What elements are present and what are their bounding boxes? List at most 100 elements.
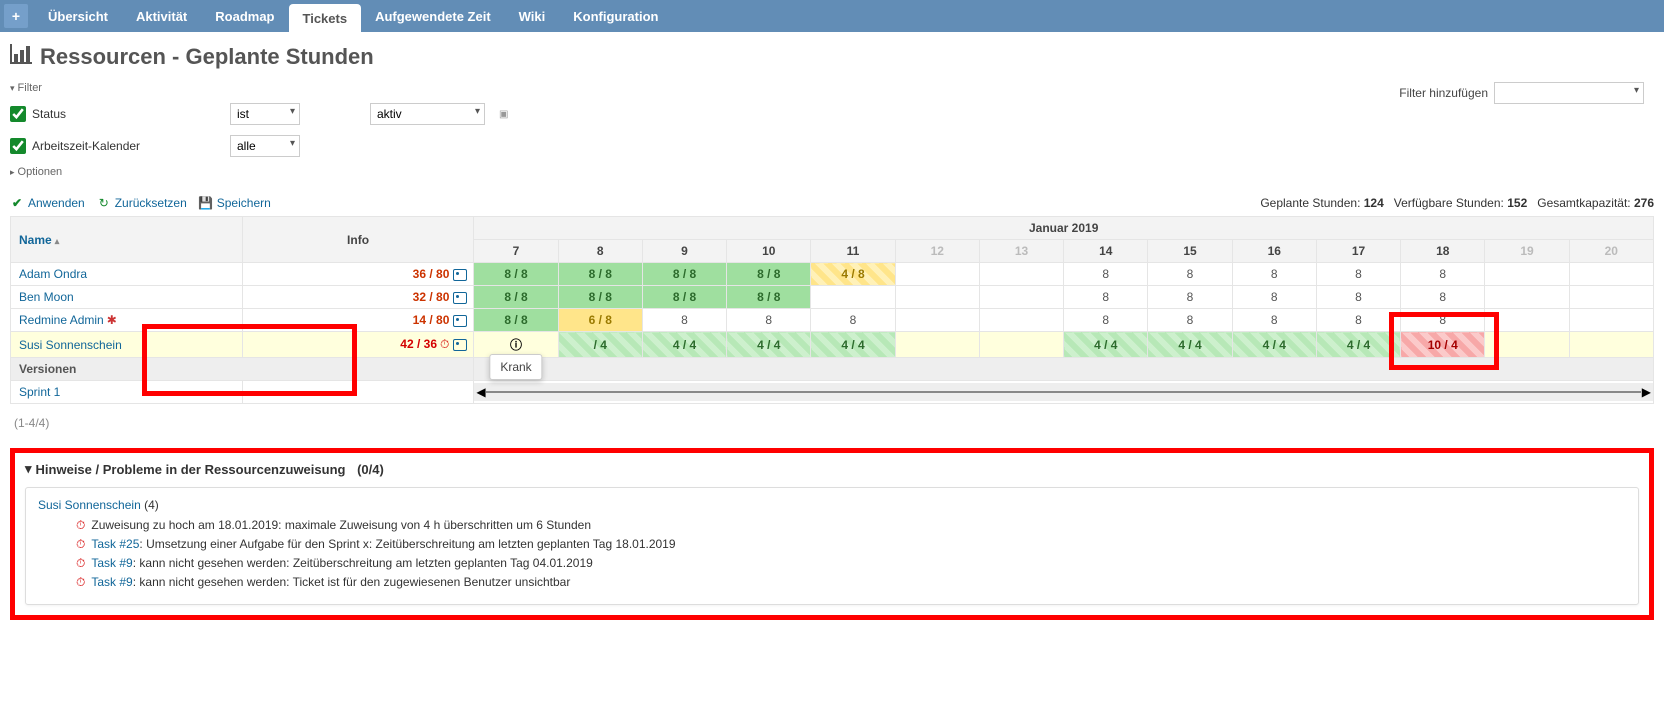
problem-user-link[interactable]: Susi Sonnenschein	[38, 498, 141, 512]
worktime-checkbox[interactable]	[10, 138, 26, 154]
tab-activity[interactable]: Aktivität	[122, 0, 201, 32]
day-cell[interactable]	[895, 263, 979, 286]
apply-link[interactable]: ✔Anwenden	[10, 196, 85, 210]
timeline-slider[interactable]: ◀▶	[474, 383, 1653, 401]
day-cell[interactable]	[1485, 263, 1569, 286]
status-checkbox[interactable]	[10, 106, 26, 122]
tab-wiki[interactable]: Wiki	[505, 0, 560, 32]
day-cell[interactable]: 8 / 8	[558, 286, 642, 309]
header-month: Januar 2019	[474, 217, 1654, 240]
day-cell[interactable]	[979, 309, 1063, 332]
worktime-operator-select[interactable]: alle	[230, 135, 300, 157]
day-cell[interactable]: 8 / 8	[727, 263, 811, 286]
day-cell[interactable]	[979, 263, 1063, 286]
day-cell[interactable]: 8	[1316, 309, 1400, 332]
problems-toggle[interactable]: ▾ Hinweise / Probleme in der Ressourcenz…	[25, 461, 1639, 477]
day-cell[interactable]: 8	[642, 309, 726, 332]
save-link[interactable]: 💾Speichern	[199, 196, 271, 210]
tab-overview[interactable]: Übersicht	[34, 0, 122, 32]
day-cell[interactable]: 8	[1401, 286, 1485, 309]
slider-right-icon[interactable]: ▶	[1642, 385, 1651, 399]
add-filter-select[interactable]	[1494, 82, 1644, 104]
day-cell[interactable]: 8	[1316, 263, 1400, 286]
day-cell[interactable]	[895, 332, 979, 358]
vcard-icon[interactable]	[453, 292, 467, 304]
user-link[interactable]: Redmine Admin	[19, 313, 104, 327]
day-cell[interactable]: 8	[1232, 263, 1316, 286]
toggle-multi-icon[interactable]: ▣	[499, 109, 508, 120]
status-value-select[interactable]: aktiv	[370, 103, 485, 125]
day-cell[interactable]: 8	[1064, 286, 1148, 309]
day-cell[interactable]	[1485, 286, 1569, 309]
day-cell[interactable]: 8 / 8	[642, 263, 726, 286]
day-cell[interactable]	[895, 286, 979, 309]
options-section-toggle[interactable]: ▸ Optionen	[10, 166, 1654, 178]
day-cell[interactable]: 4 / 4	[1148, 332, 1232, 358]
day-cell[interactable]: 8	[1148, 286, 1232, 309]
day-cell[interactable]: 8 / 8	[558, 263, 642, 286]
day-cell[interactable]: 8	[1148, 309, 1232, 332]
day-cell[interactable]: 8	[1148, 263, 1232, 286]
day-cell[interactable]: 8	[1064, 309, 1148, 332]
day-cell[interactable]: 10 / 4	[1401, 332, 1485, 358]
day-cell[interactable]: 4 / 4	[1064, 332, 1148, 358]
day-cell[interactable]: 4 / 4	[727, 332, 811, 358]
day-cell[interactable]: 8 / 8	[474, 309, 558, 332]
day-cell[interactable]: ⓘKrank	[474, 332, 558, 358]
day-cell[interactable]: 8	[727, 309, 811, 332]
tab-tickets[interactable]: Tickets	[289, 4, 362, 32]
task-link[interactable]: Task #25	[91, 537, 139, 551]
user-link[interactable]: Adam Ondra	[19, 267, 87, 281]
header-day: 17	[1316, 240, 1400, 263]
tab-config[interactable]: Konfiguration	[559, 0, 672, 32]
day-cell[interactable]: 8	[1064, 263, 1148, 286]
day-cell[interactable]: 8	[811, 309, 895, 332]
filter-worktime-check[interactable]: Arbeitszeit-Kalender	[10, 138, 220, 154]
status-operator-select[interactable]: ist	[230, 103, 300, 125]
day-cell[interactable]	[979, 332, 1063, 358]
day-cell[interactable]: 8 / 8	[727, 286, 811, 309]
clock-icon: ⏱	[76, 537, 85, 552]
day-cell[interactable]	[1485, 332, 1569, 358]
day-cell[interactable]	[979, 286, 1063, 309]
tab-spent-time[interactable]: Aufgewendete Zeit	[361, 0, 505, 32]
day-cell[interactable]: 8	[1316, 286, 1400, 309]
day-cell[interactable]: 4 / 8	[811, 263, 895, 286]
day-cell[interactable]: 8 / 8	[474, 286, 558, 309]
day-cell[interactable]	[811, 286, 895, 309]
day-cell[interactable]: 8	[1401, 309, 1485, 332]
day-cell[interactable]: 8 / 8	[474, 263, 558, 286]
day-cell[interactable]	[1569, 309, 1653, 332]
day-cell[interactable]: 8	[1401, 263, 1485, 286]
vcard-icon[interactable]	[453, 315, 467, 327]
new-item-button[interactable]: +	[4, 4, 28, 28]
day-cell[interactable]: 6 / 8	[558, 309, 642, 332]
task-link[interactable]: Task #9	[91, 556, 132, 570]
vcard-icon[interactable]	[453, 339, 467, 351]
tab-roadmap[interactable]: Roadmap	[201, 0, 288, 32]
day-cell[interactable]: 4 / 4	[1316, 332, 1400, 358]
day-cell[interactable]	[895, 309, 979, 332]
task-link[interactable]: Task #9	[91, 575, 132, 589]
day-cell[interactable]: 4 / 4	[1232, 332, 1316, 358]
day-cell[interactable]	[1569, 263, 1653, 286]
day-cell[interactable]: 8 / 8	[642, 286, 726, 309]
day-cell[interactable]: 4 / 4	[642, 332, 726, 358]
day-cell[interactable]	[1569, 332, 1653, 358]
day-cell[interactable]: / 4	[558, 332, 642, 358]
sprint-link[interactable]: Sprint 1	[19, 385, 60, 399]
day-cell[interactable]	[1485, 309, 1569, 332]
day-cell[interactable]: 8	[1232, 286, 1316, 309]
info-icon[interactable]: ⓘ	[510, 338, 522, 352]
vcard-icon[interactable]	[453, 269, 467, 281]
day-cell[interactable]	[1569, 286, 1653, 309]
chevron-down-icon: ▾	[10, 83, 15, 94]
filter-status-check[interactable]: Status	[10, 106, 220, 122]
user-link[interactable]: Ben Moon	[19, 290, 74, 304]
day-cell[interactable]: 4 / 4	[811, 332, 895, 358]
reset-link[interactable]: ↻Zurücksetzen	[97, 196, 187, 210]
user-link[interactable]: Susi Sonnenschein	[19, 338, 122, 352]
slider-left-icon[interactable]: ◀	[476, 385, 485, 399]
header-name[interactable]: Name▴	[11, 217, 243, 263]
day-cell[interactable]: 8	[1232, 309, 1316, 332]
